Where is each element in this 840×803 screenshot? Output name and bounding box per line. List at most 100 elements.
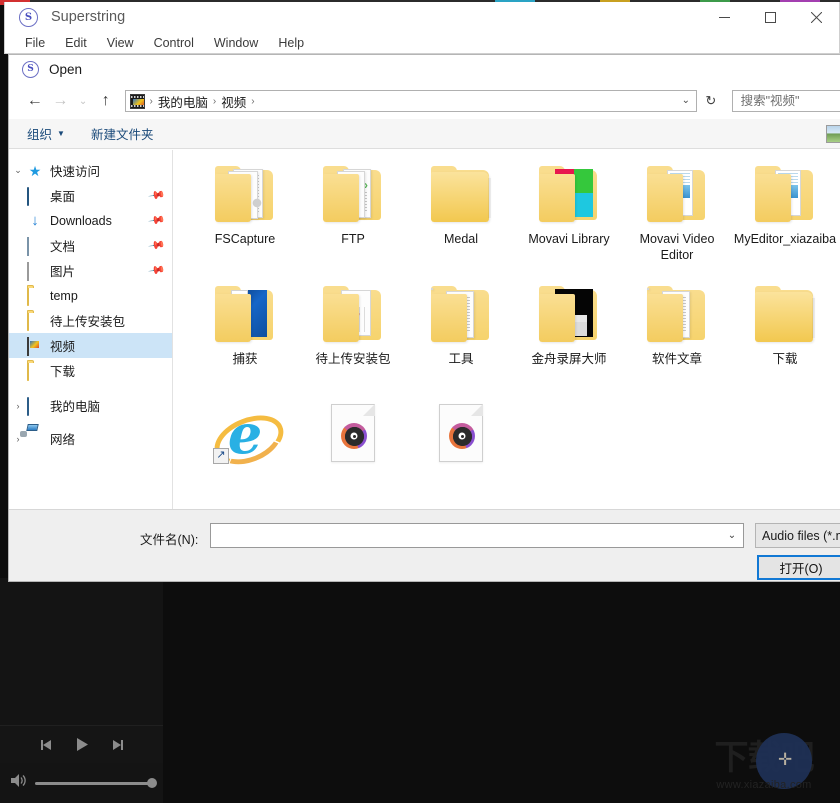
refresh-icon[interactable]: ↻: [699, 90, 723, 112]
player-background: [163, 578, 840, 803]
sidebar-item-label: 快速访问: [50, 165, 101, 179]
folder-icon: [533, 282, 605, 348]
file-item[interactable]: 下载: [731, 278, 839, 398]
organize-button[interactable]: 组织 ▼: [19, 121, 73, 146]
new-folder-button[interactable]: 新建文件夹: [83, 121, 162, 146]
sidebar-item-downloads[interactable]: ↓ Downloads 📌: [9, 208, 172, 233]
file-item[interactable]: [407, 398, 515, 518]
sidebar-item-label: 桌面: [50, 190, 76, 204]
breadcrumb-dropdown-chevron-icon[interactable]: ⌄: [682, 95, 690, 106]
volume-icon[interactable]: [10, 773, 27, 793]
folder-icon: [27, 286, 43, 306]
file-item[interactable]: e ↗: [191, 398, 299, 518]
file-item[interactable]: Movavi Video Editor: [623, 158, 731, 278]
file-item[interactable]: [299, 398, 407, 518]
folder-icon: [425, 282, 497, 348]
sidebar-item-network[interactable]: › 网络: [9, 426, 172, 451]
app-title-bar: S Superstring: [5, 2, 839, 32]
sidebar-item-quick-access[interactable]: ⌄ ★ 快速访问: [9, 158, 172, 183]
desktop-icon: [27, 186, 43, 206]
pin-icon[interactable]: 📌: [148, 186, 167, 205]
chevron-down-icon[interactable]: ⌄: [9, 165, 27, 176]
this-pc-icon: [27, 396, 43, 416]
window-controls: [701, 2, 839, 32]
sidebar-item-pending-packages[interactable]: 待上传安装包: [9, 308, 172, 333]
menu-view[interactable]: View: [97, 34, 144, 52]
minimize-button[interactable]: [701, 2, 747, 32]
file-label: 下载: [772, 352, 798, 366]
superstring-app-icon: S: [19, 7, 38, 27]
documents-icon: [27, 236, 43, 256]
sidebar-item-downloads-cn[interactable]: 下载: [9, 358, 172, 383]
play-button[interactable]: [73, 736, 91, 754]
folder-icon: [27, 311, 43, 331]
up-arrow-icon[interactable]: ↑: [93, 88, 119, 114]
breadcrumb-separator-icon: ›: [251, 95, 255, 107]
file-list-pane[interactable]: FSCapture › FTP Medal Movavi Library Mov…: [173, 150, 840, 559]
menu-edit[interactable]: Edit: [55, 34, 97, 52]
sidebar-item-pictures[interactable]: 图片 📌: [9, 258, 172, 283]
menu-help[interactable]: Help: [268, 34, 314, 52]
search-box[interactable]: [731, 90, 840, 112]
menu-control[interactable]: Control: [144, 34, 204, 52]
file-label: MyEditor_xiazaiba: [733, 232, 837, 246]
recent-locations-chevron-icon[interactable]: ⌄: [73, 88, 93, 114]
navigation-sidebar: ⌄ ★ 快速访问 桌面 📌 ↓ Downloads 📌 文档 📌 图片 📌 te…: [9, 150, 173, 559]
file-label: Movavi Library: [528, 232, 610, 246]
breadcrumb-separator-icon: ›: [212, 95, 217, 107]
file-item[interactable]: Medal: [407, 158, 515, 278]
sidebar-item-temp[interactable]: temp: [9, 283, 172, 308]
dialog-title: Open: [49, 61, 83, 77]
folder-icon: [27, 361, 43, 381]
volume-slider[interactable]: [35, 778, 157, 788]
file-item[interactable]: MyEditor_xiazaiba: [731, 158, 839, 278]
next-track-button[interactable]: [109, 736, 127, 754]
player-volume-row: [0, 763, 163, 803]
open-file-dialog: S Open ← → ⌄ ↑ › 我的电脑 › 视频 › ⌄ ↻ 组织 ▼ 新建…: [8, 54, 840, 582]
maximize-button[interactable]: [747, 2, 793, 32]
filename-combobox[interactable]: ⌄: [210, 523, 744, 548]
open-button[interactable]: 打开(O): [757, 555, 840, 580]
file-type-filter-combobox[interactable]: Audio files (*.m: [755, 523, 840, 548]
folder-icon: [749, 282, 821, 348]
file-item[interactable]: 金舟录屏大师: [515, 278, 623, 398]
file-item[interactable]: 捕获: [191, 278, 299, 398]
video-folder-icon: [129, 93, 145, 109]
file-item[interactable]: 工具: [407, 278, 515, 398]
menu-window[interactable]: Window: [204, 34, 268, 52]
file-grid: FSCapture › FTP Medal Movavi Library Mov…: [173, 150, 840, 518]
volume-slider-knob[interactable]: [147, 778, 157, 788]
sidebar-item-this-pc[interactable]: › 我的电脑: [9, 393, 172, 418]
file-item[interactable]: Movavi Library: [515, 158, 623, 278]
breadcrumb-item-0[interactable]: 我的电脑: [158, 92, 208, 111]
folder-icon: [209, 162, 281, 228]
file-item[interactable]: 软件文章: [623, 278, 731, 398]
sidebar-item-videos[interactable]: 视频: [9, 333, 172, 358]
previous-track-button[interactable]: [37, 736, 55, 754]
file-item[interactable]: 待上传安装包: [299, 278, 407, 398]
app-title: Superstring: [51, 9, 126, 25]
view-mode-icon[interactable]: [826, 124, 840, 143]
file-item[interactable]: › FTP: [299, 158, 407, 278]
close-button[interactable]: [793, 2, 839, 32]
breadcrumb-separator-icon: ›: [149, 95, 153, 107]
search-input[interactable]: [738, 93, 840, 109]
filename-input[interactable]: [211, 527, 721, 544]
breadcrumb[interactable]: › 我的电脑 › 视频 › ⌄: [124, 90, 697, 112]
chevron-right-icon[interactable]: ›: [9, 401, 27, 411]
back-arrow-icon[interactable]: ←: [22, 88, 48, 114]
menu-file[interactable]: File: [15, 34, 55, 52]
chevron-down-icon[interactable]: ⌄: [721, 530, 743, 541]
sidebar-item-desktop[interactable]: 桌面 📌: [9, 183, 172, 208]
star-pin-icon: ★: [28, 162, 42, 179]
pin-icon[interactable]: 📌: [148, 236, 167, 255]
file-label: 工具: [448, 352, 474, 366]
file-item[interactable]: FSCapture: [191, 158, 299, 278]
sidebar-item-label: 文档: [50, 240, 76, 254]
sidebar-item-documents[interactable]: 文档 📌: [9, 233, 172, 258]
pin-icon[interactable]: 📌: [148, 261, 167, 280]
breadcrumb-item-1[interactable]: 视频: [221, 92, 246, 111]
pin-icon[interactable]: 📌: [148, 211, 167, 230]
audio-file-icon: [425, 402, 497, 468]
organize-label: 组织: [27, 128, 53, 142]
